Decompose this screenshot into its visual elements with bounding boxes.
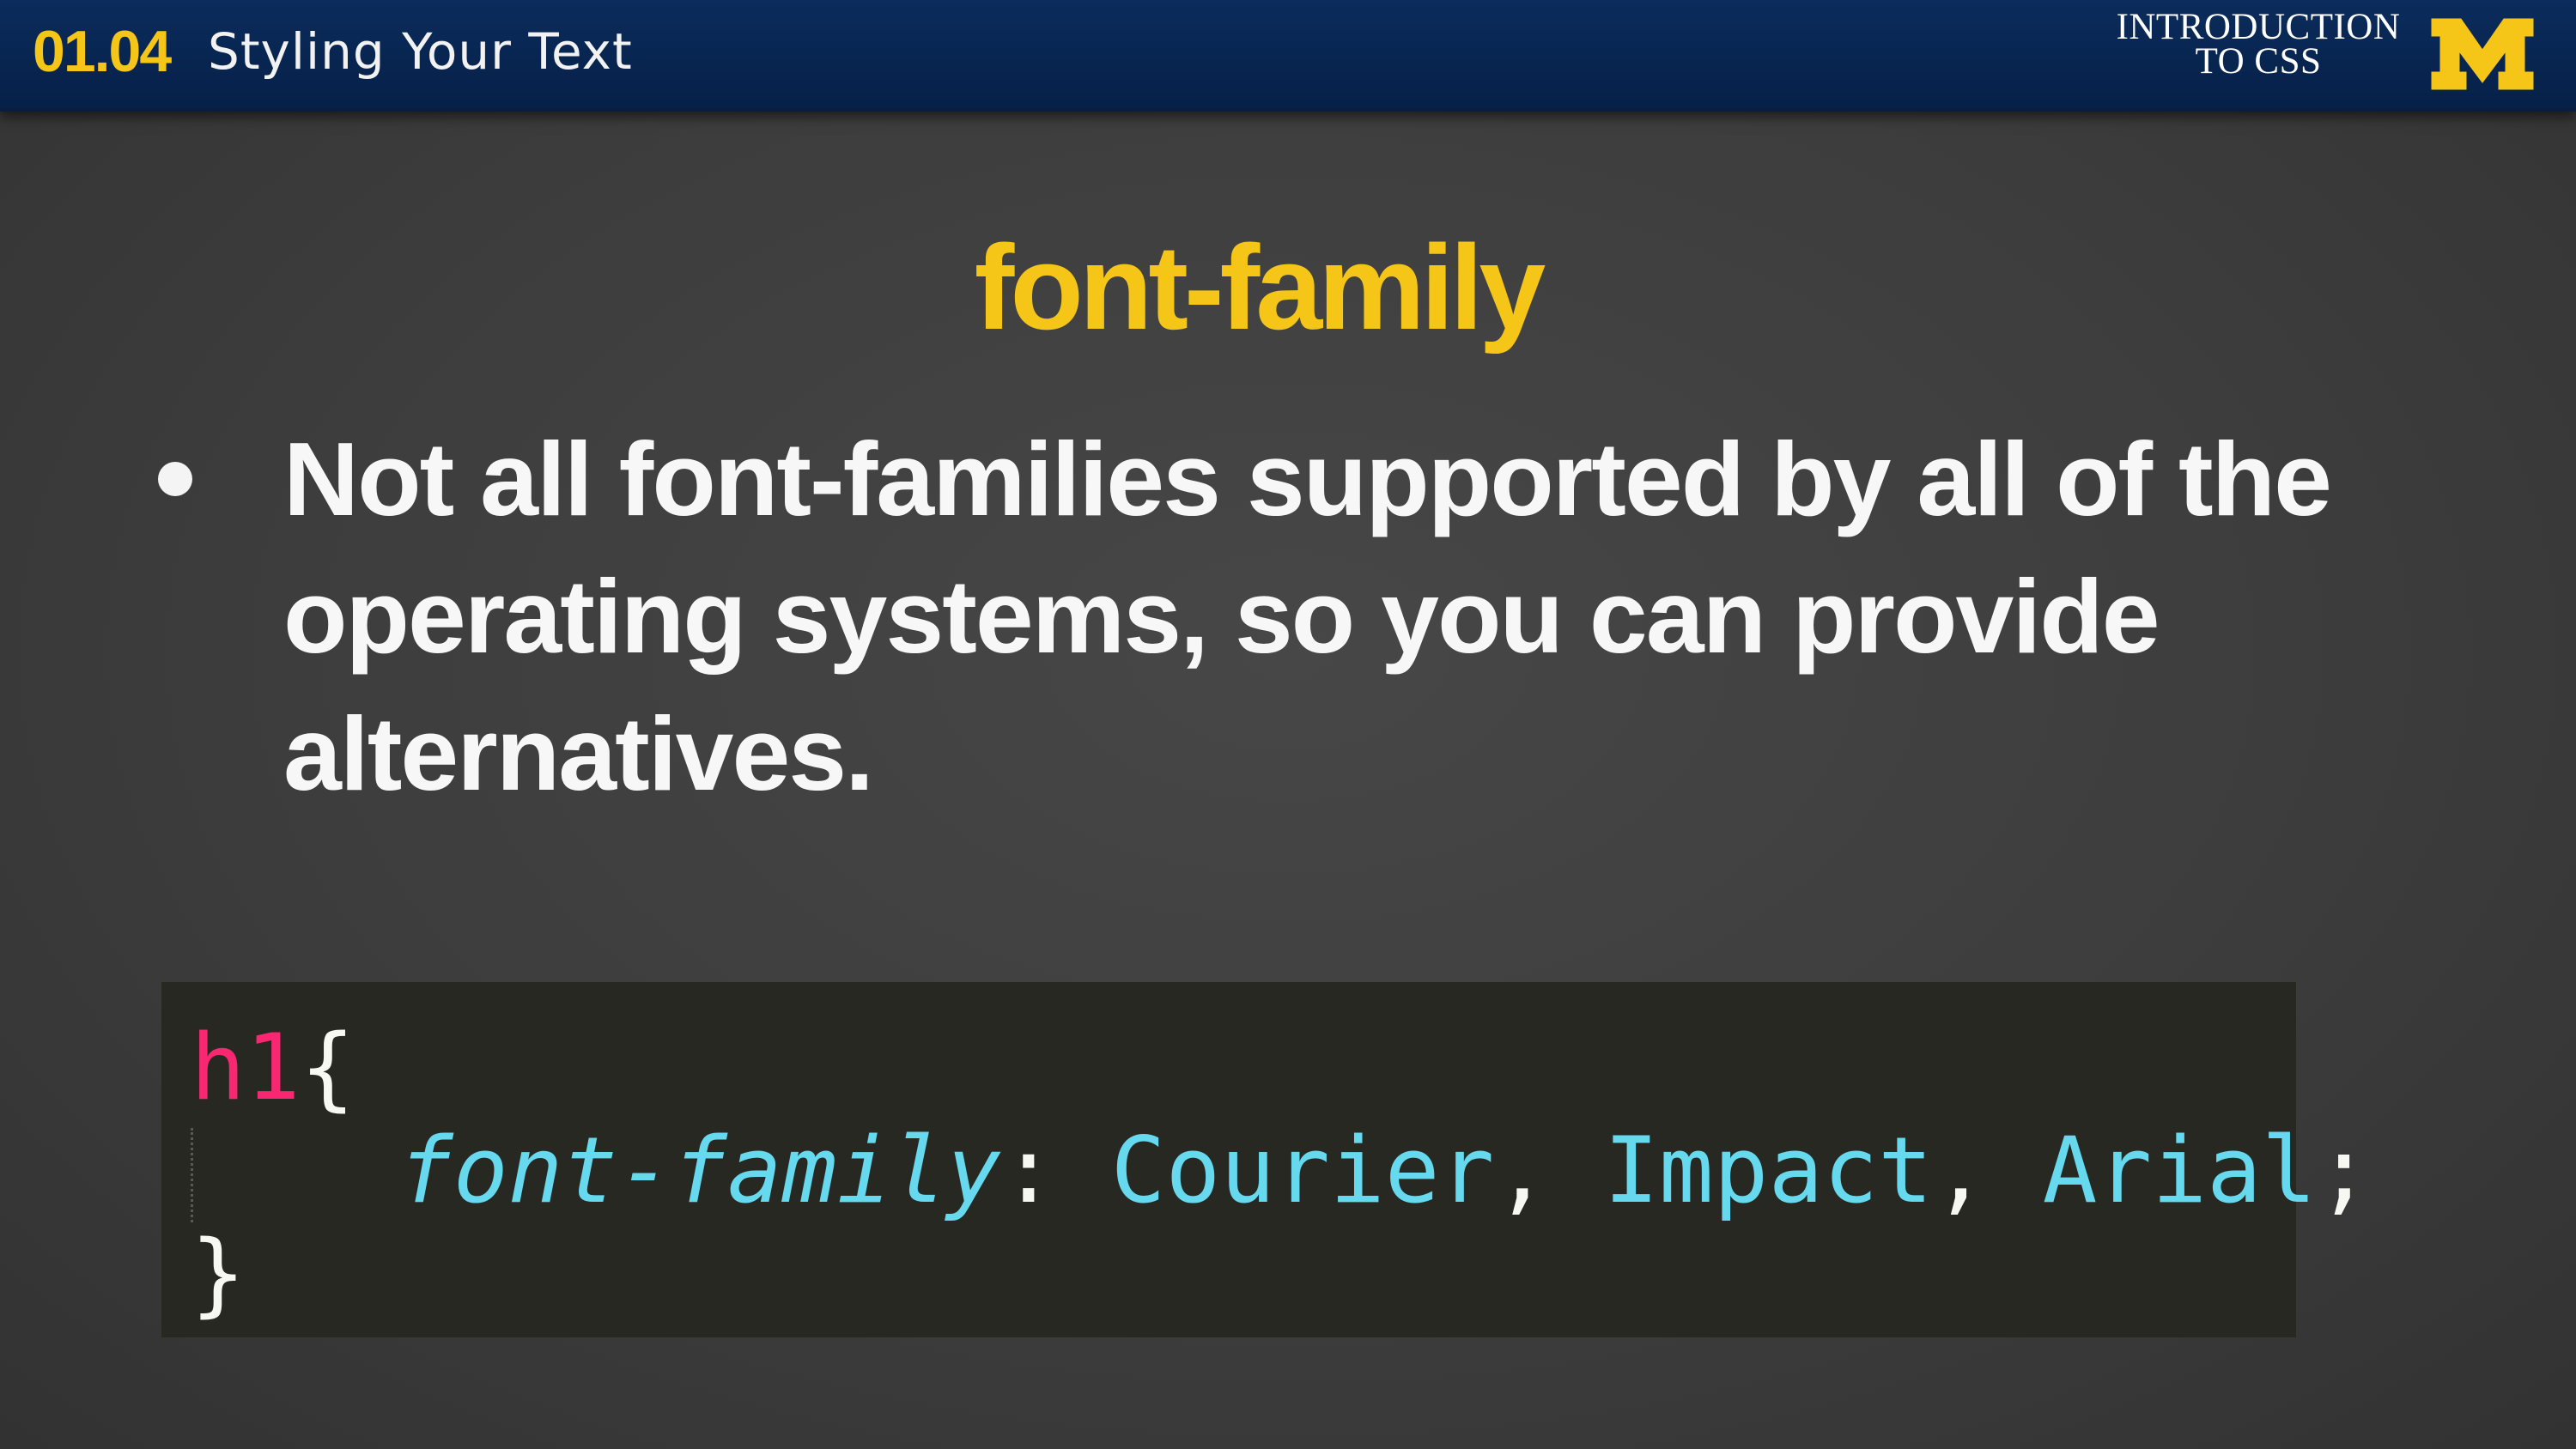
code-colon: : [1001,1118,1056,1223]
slide-heading: font-family [974,220,1546,355]
university-m-logo-icon [2431,18,2534,90]
code-value-courier: Courier [1110,1118,1495,1223]
slide: 01.04 Styling Your Text INTRODUCTION TO … [0,0,2576,1449]
code-line-2: font-family: Courier, Impact, Arial; [398,1119,2372,1222]
course-title-line2: TO CSS [2195,41,2322,82]
code-comma-2: , [1932,1118,1988,1223]
header-bar: 01.04 Styling Your Text INTRODUCTION TO … [0,0,2576,112]
indent-guide [191,1128,193,1222]
bullet-text: Not all font-families supported by all o… [283,421,2332,812]
code-comma-1: , [1494,1118,1550,1223]
course-title-line1: INTRODUCTION [2116,7,2401,47]
lesson-number: 01.04 [33,19,172,84]
code-line-1: h1{ [191,1016,355,1119]
code-property: font-family [398,1118,1001,1223]
code-semicolon: ; [2316,1118,2372,1223]
lesson-title: Styling Your Text [208,22,633,81]
course-title: INTRODUCTION TO CSS [2095,7,2421,82]
code-open-brace: { [300,1015,355,1120]
code-line-3: } [191,1222,246,1325]
code-value-impact: Impact [1604,1118,1933,1223]
code-close-brace: } [191,1221,246,1326]
code-snippet: h1{ font-family: Courier, Impact, Arial;… [161,982,2372,1337]
code-value-arial: Arial [2042,1118,2317,1223]
code-selector: h1 [191,1015,301,1120]
bullet-marker [158,462,192,496]
